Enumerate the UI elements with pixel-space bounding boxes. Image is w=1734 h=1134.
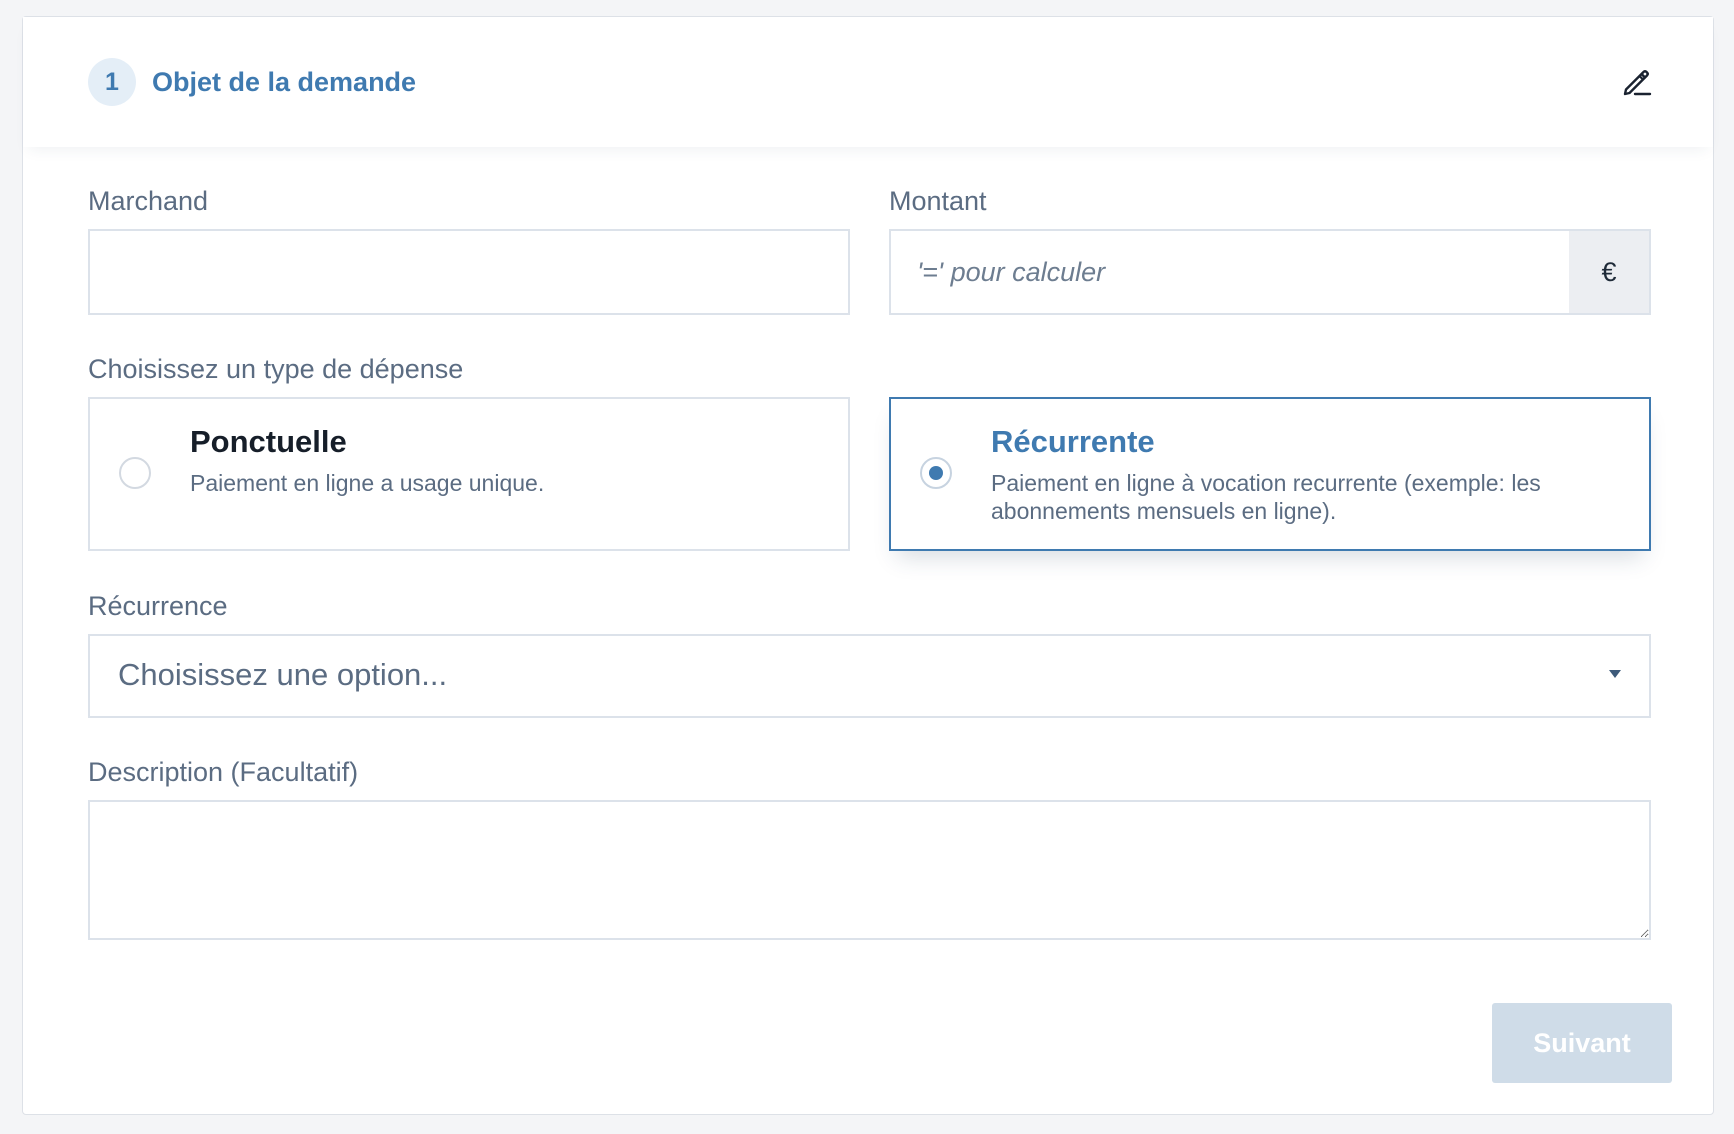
recurrence-select-value: Choisissez une option... bbox=[118, 657, 448, 692]
description-textarea[interactable] bbox=[88, 800, 1651, 940]
recurrence-select[interactable]: Choisissez une option... bbox=[88, 634, 1651, 718]
description-label: Description (Facultatif) bbox=[88, 757, 359, 787]
step-title: Objet de la demande bbox=[152, 67, 417, 97]
euro-icon: € bbox=[1601, 256, 1617, 287]
expense-type-option-ponctuelle[interactable]: Ponctuelle Paiement en ligne a usage uni… bbox=[88, 397, 850, 551]
step-number-badge: 1 bbox=[88, 58, 136, 106]
amount-input[interactable] bbox=[889, 229, 1571, 315]
next-button[interactable]: Suivant bbox=[1492, 1003, 1672, 1083]
caret-down-icon bbox=[1609, 670, 1621, 678]
option-description: Paiement en ligne a usage unique. bbox=[190, 470, 545, 496]
radio-recurrente[interactable] bbox=[920, 457, 952, 489]
radio-ponctuelle[interactable] bbox=[119, 457, 151, 489]
recurrence-label: Récurrence bbox=[88, 591, 228, 621]
radio-selected-dot bbox=[929, 466, 943, 480]
option-description: Paiement en ligne à vocation recurrente … bbox=[991, 470, 1541, 524]
pencil-icon bbox=[1623, 70, 1652, 96]
option-title: Récurrente bbox=[991, 424, 1155, 459]
option-title: Ponctuelle bbox=[190, 424, 347, 459]
expense-type-label: Choisissez un type de dépense bbox=[88, 354, 464, 384]
step-header: 1 Objet de la demande bbox=[23, 17, 1713, 147]
expense-type-option-recurrente[interactable]: Récurrente Paiement en ligne à vocation … bbox=[889, 397, 1651, 551]
request-form-card: 1 Objet de la demande Marchand Montant €… bbox=[22, 16, 1714, 1115]
edit-button[interactable] bbox=[1617, 62, 1657, 102]
merchant-label: Marchand bbox=[88, 186, 209, 216]
merchant-input[interactable] bbox=[88, 229, 850, 315]
currency-addon: € bbox=[1569, 229, 1651, 315]
amount-label: Montant bbox=[889, 186, 987, 216]
